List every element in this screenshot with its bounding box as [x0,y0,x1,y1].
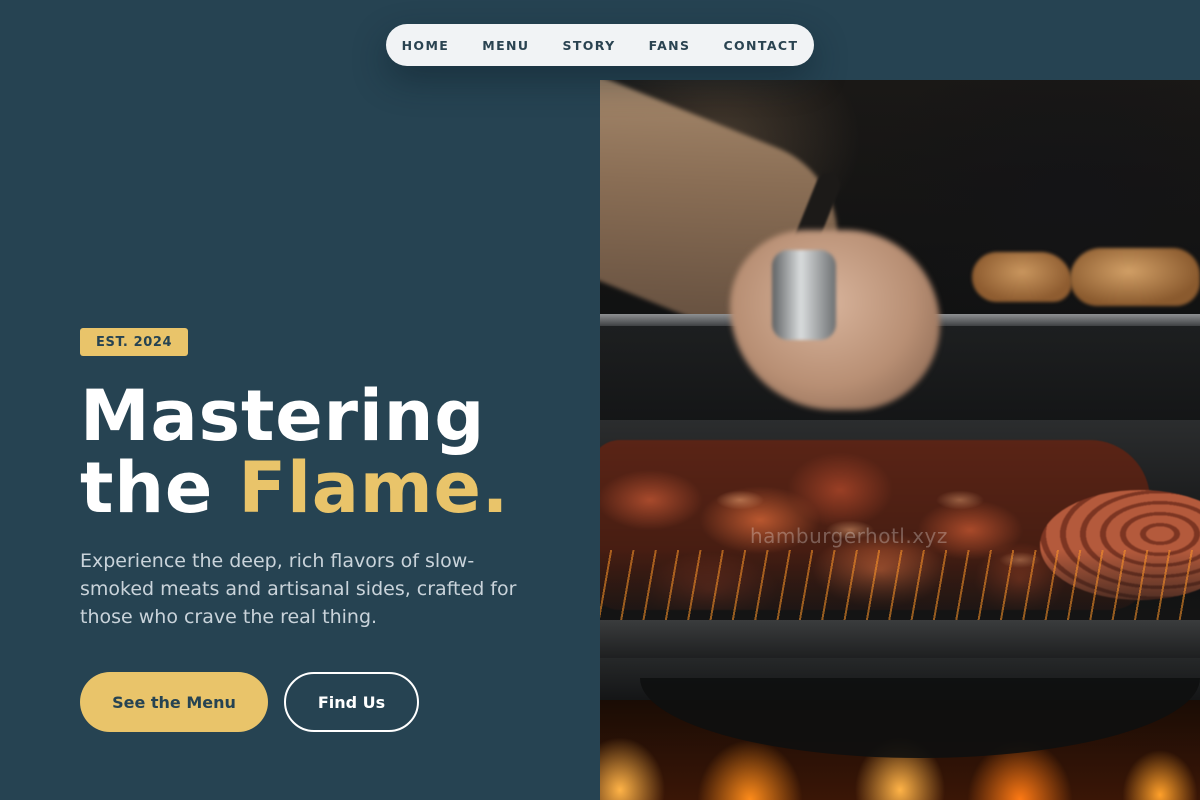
headline-accent: Flame. [238,447,510,529]
grill-front-rail [600,620,1200,660]
nav-link-story[interactable]: STORY [562,38,615,53]
hero-headline: Mastering the Flame. [80,380,509,524]
see-menu-button[interactable]: See the Menu [80,672,268,732]
nav-link-menu[interactable]: MENU [482,38,529,53]
nav-link-contact[interactable]: CONTACT [723,38,798,53]
est-badge: EST. 2024 [80,328,189,356]
hero-content: EST. 2024 Mastering the Flame. Experienc… [80,0,580,800]
tongs [772,250,836,340]
main-nav: HOME MENU STORY FANS CONTACT [386,24,814,66]
find-us-button[interactable]: Find Us [284,672,419,732]
chicken-wing [1070,248,1200,306]
chicken-wing [972,252,1072,302]
nav-link-fans[interactable]: FANS [649,38,691,53]
hero-grill-image: hamburgerhotl.xyz [600,80,1200,800]
nav-link-home[interactable]: HOME [402,38,450,53]
headline-line-1: Mastering [80,375,486,457]
image-watermark: hamburgerhotl.xyz [750,524,948,548]
grill-bars [600,550,1200,630]
hero-lead-text: Experience the deep, rich flavors of slo… [80,550,517,628]
headline-line-2-prefix: the [80,447,214,529]
